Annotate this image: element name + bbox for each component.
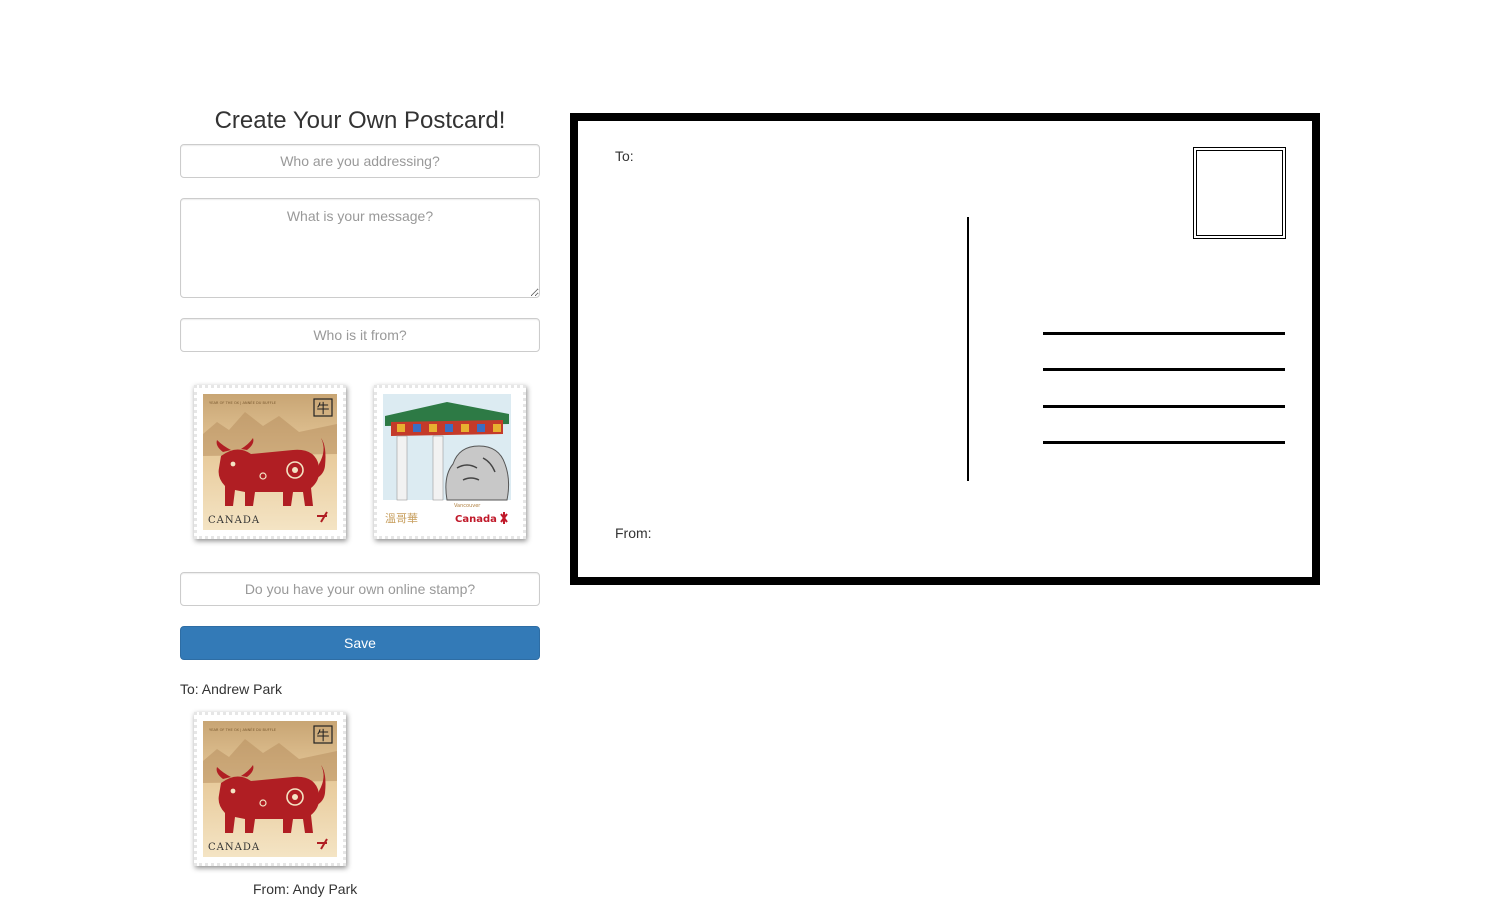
- stamp-options: YEAR OF THE OX | ANNÉE DU BUFFLE 牛 CANAD…: [194, 385, 534, 539]
- vancouver-stamp-country: Canada: [455, 514, 497, 525]
- page-title: Create Your Own Postcard!: [214, 107, 506, 134]
- message-textarea[interactable]: [180, 198, 540, 298]
- ox-stamp-top-text: YEAR OF THE OX | ANNÉE DU BUFFLE: [209, 400, 277, 405]
- ox-stamp-icon: YEAR OF THE OX | ANNÉE DU BUFFLE 牛 CANAD…: [203, 394, 337, 530]
- ox-stamp-icon: YEAR OF THE OX | ANNÉE DU BUFFLE 牛 CANAD…: [203, 721, 337, 857]
- postcard-stamp-box: [1193, 147, 1286, 239]
- saved-from-text: From: Andy Park: [253, 881, 358, 897]
- vancouver-gate-stamp-icon: Vancouver 溫哥華 Canada: [383, 394, 517, 530]
- address-line: [1043, 368, 1285, 371]
- own-stamp-input[interactable]: [180, 572, 540, 606]
- saved-stamp-country: CANADA: [208, 842, 260, 853]
- address-input[interactable]: [180, 144, 540, 178]
- postcard-to-label: To:: [615, 148, 634, 164]
- address-line: [1043, 405, 1285, 408]
- saved-stamp-frame: YEAR OF THE OX | ANNÉE DU BUFFLE 牛 CANAD…: [194, 712, 346, 866]
- saved-stamp-top-text: YEAR OF THE OX | ANNÉE DU BUFFLE: [209, 727, 277, 732]
- saved-stamp-glyph: 牛: [316, 729, 329, 744]
- vancouver-stamp-city: Vancouver: [454, 503, 481, 509]
- postcard-from-label: From:: [615, 525, 652, 541]
- address-line: [1043, 441, 1285, 444]
- address-line: [1043, 332, 1285, 335]
- from-input[interactable]: [180, 318, 540, 352]
- ox-stamp-glyph: 牛: [316, 402, 329, 417]
- saved-to-text: To: Andrew Park: [180, 681, 282, 697]
- postcard-divider: [967, 217, 969, 481]
- stamp-option-ox[interactable]: YEAR OF THE OX | ANNÉE DU BUFFLE 牛 CANAD…: [194, 385, 346, 539]
- ox-stamp-country: CANADA: [208, 515, 260, 526]
- stamp-option-vancouver[interactable]: Vancouver 溫哥華 Canada: [374, 385, 526, 539]
- postcard-form: Create Your Own Postcard! YEAR OF THE OX…: [180, 105, 540, 897]
- saved-stamp: YEAR OF THE OX | ANNÉE DU BUFFLE 牛 CANAD…: [194, 712, 346, 866]
- vancouver-stamp-city-chinese: 溫哥華: [385, 511, 418, 525]
- save-button[interactable]: Save: [180, 626, 540, 660]
- postcard-preview: To: From:: [570, 113, 1320, 585]
